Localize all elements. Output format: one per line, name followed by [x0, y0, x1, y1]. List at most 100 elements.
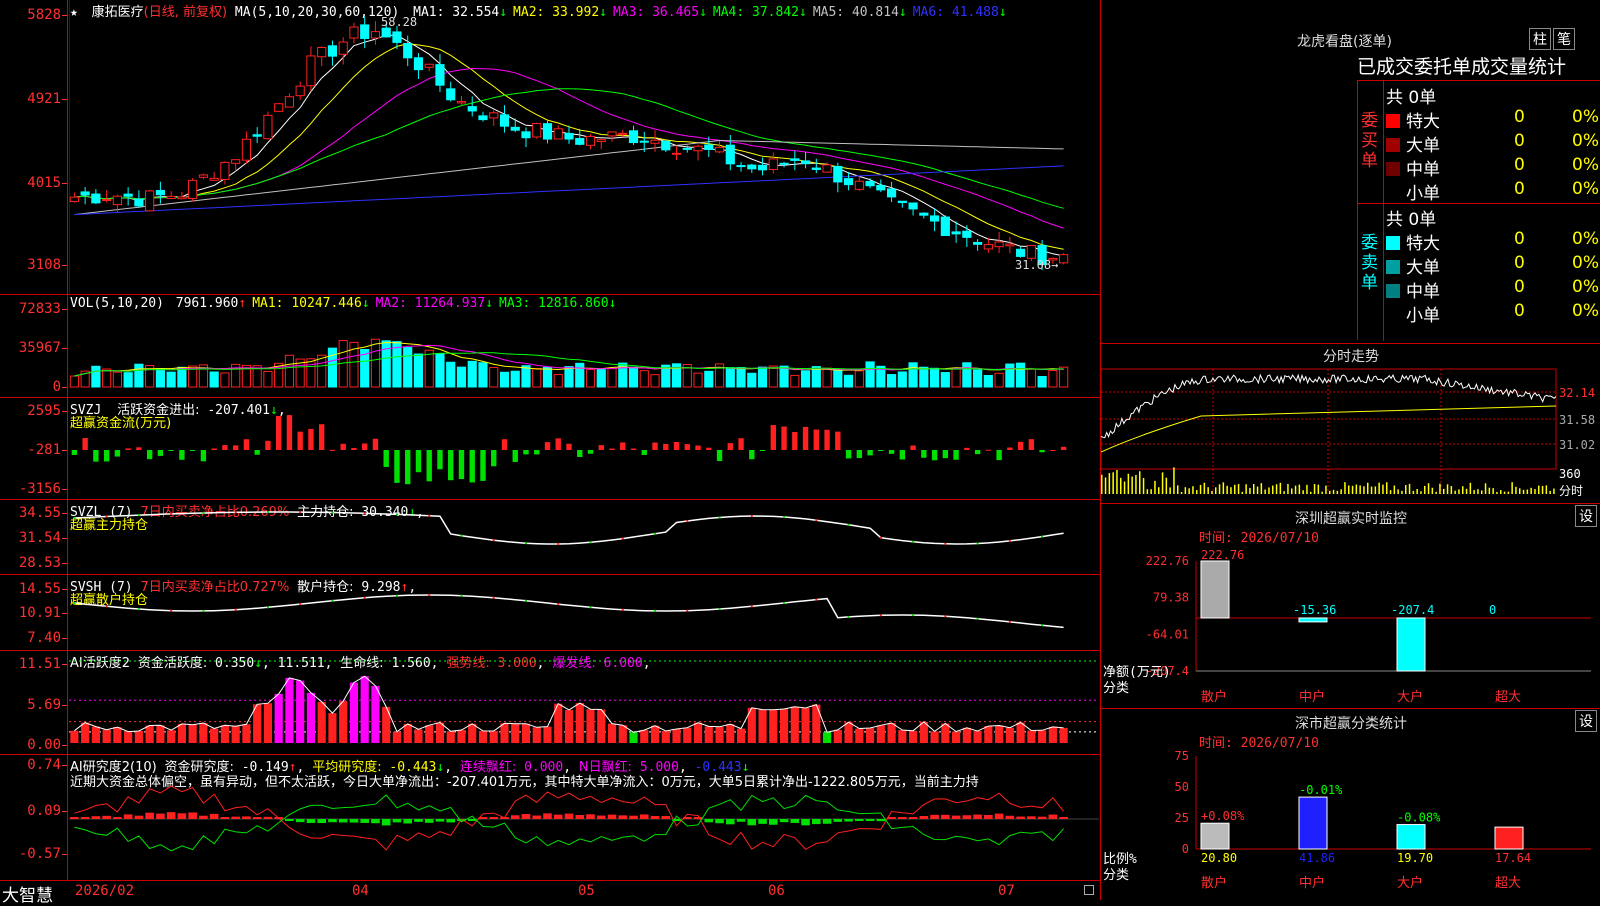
right-sidebar: 龙虎看盘(逐单) 柱 笔 已成交委托单成交量统计 委买单 委卖单 共 0单 特大 0…	[1100, 0, 1600, 900]
research-bar	[414, 819, 423, 822]
line-marker	[912, 614, 915, 617]
flow-bar	[835, 431, 841, 450]
svsh-plot[interactable]	[69, 575, 1099, 651]
minute-volume-bar	[1496, 491, 1498, 494]
lock-icon[interactable]	[1084, 885, 1094, 895]
research-bar	[446, 819, 456, 823]
activity-bar	[425, 725, 434, 743]
candle	[822, 164, 832, 173]
research-bar	[532, 815, 542, 819]
candlestick-plot[interactable]: 58.28 31.08→	[69, 0, 1099, 295]
flow-bar	[953, 450, 959, 460]
svzj-panel[interactable]: 2595 -281 -3156 SVZJ 活跃资金进出: -207.401↓, …	[0, 398, 1100, 500]
candle	[220, 161, 230, 180]
svsh-panel[interactable]: 14.55 10.91 7.40 SVSH (7) 7日内买卖净占比0.727%…	[0, 575, 1100, 651]
candle	[284, 96, 295, 108]
line-marker	[395, 594, 398, 597]
stats-settings-button[interactable]: 设	[1575, 710, 1597, 732]
candle	[1059, 254, 1069, 264]
minute-volume-bar	[1291, 488, 1293, 494]
minute-volume-bar	[1230, 487, 1232, 494]
intraday-title: 分时走势	[1323, 349, 1379, 365]
line-marker	[783, 601, 786, 604]
activity-bar	[285, 677, 294, 743]
bar-view-button[interactable]: 柱	[1529, 28, 1551, 50]
kline-chart-area[interactable]: 5828 4921 4015 3108 ★ 康拓医疗(日线, 前复权) MA(5…	[0, 0, 1100, 906]
minute-volume-bar	[1477, 489, 1479, 494]
candle	[693, 145, 703, 152]
activity-bar	[876, 725, 885, 743]
tick-view-button[interactable]: 笔	[1553, 28, 1575, 50]
candle	[456, 101, 467, 104]
volume-bar	[284, 354, 295, 388]
research-bar	[575, 814, 585, 819]
flow-bar	[652, 442, 658, 450]
volume-plot[interactable]	[69, 295, 1099, 398]
candle	[241, 138, 252, 161]
volume-bar	[693, 372, 703, 388]
flow-bar	[845, 450, 852, 459]
minute-volume-bar	[1553, 488, 1555, 494]
stats-value-label: 41.86	[1299, 851, 1335, 865]
line-marker	[234, 608, 237, 611]
activity-bar	[296, 680, 305, 743]
line-marker	[137, 514, 140, 517]
flow-bar	[426, 450, 432, 482]
svzl-plot[interactable]	[69, 500, 1099, 575]
volume-bar	[424, 349, 434, 388]
candle	[209, 177, 219, 181]
flow-bar	[867, 450, 873, 456]
activity-bar	[683, 727, 692, 743]
activity-bar	[930, 731, 939, 743]
minute-volume-bar	[1123, 481, 1126, 494]
flow-bar	[942, 450, 949, 459]
volume-bar	[392, 341, 402, 388]
color-swatch	[1386, 138, 1400, 152]
sell-rows: 共 0单 特大 0 0% 大单 0 0% 中单 0 0% 小单 0 0%	[1385, 203, 1600, 341]
volume-bar	[112, 371, 122, 388]
flow-bar	[792, 432, 798, 450]
volume-bar	[499, 371, 510, 388]
flow-bar	[405, 450, 411, 485]
activity-bar	[650, 725, 660, 743]
ai-activity-panel[interactable]: 11.51 5.69 0.00 AI活跃度2 资金活跃度: 0.350↓, 11…	[0, 651, 1100, 755]
line-marker	[460, 534, 463, 537]
research-bar	[102, 815, 111, 819]
candle	[91, 193, 101, 204]
dragon-subtitle: 已成交委托单成交量统计	[1357, 56, 1567, 78]
activity-bar	[564, 709, 574, 743]
volume-panel[interactable]: 72833 35967 0 VOL(5,10,20) 7961.960↑ MA1:…	[0, 295, 1100, 398]
intraday-plot[interactable]: 32.14 31.58 31.02 360 分时	[1101, 364, 1600, 504]
research-bar	[435, 819, 445, 822]
svzj-plot[interactable]	[69, 398, 1099, 500]
research-bar	[693, 817, 703, 819]
activity-bar	[898, 729, 907, 743]
research-bar	[188, 812, 197, 819]
date-label: 06	[768, 883, 785, 899]
order-pct: 0%	[1572, 179, 1599, 199]
ai-research-panel[interactable]: 0.74 0.09 -0.57 AI研究度2(10) 资金研究度: -0.149…	[0, 755, 1100, 880]
volume-bar	[327, 347, 338, 388]
minute-volume-bar	[1541, 485, 1544, 494]
ai-tick: 5.69	[27, 697, 67, 713]
flow-bar	[544, 442, 551, 450]
volume-bar	[639, 370, 649, 388]
ai-activity-plot[interactable]	[69, 651, 1099, 755]
intraday-panel[interactable]: 分时走势 32.14 31.58 31.02 360 分时	[1101, 343, 1600, 503]
minute-volume-bar	[1351, 485, 1354, 494]
research-bar	[564, 813, 574, 819]
research-bar	[984, 814, 993, 819]
minute-volume-bar	[1462, 486, 1464, 494]
research-plot[interactable]	[69, 755, 1099, 880]
monitor-settings-button[interactable]: 设	[1575, 505, 1597, 527]
minute-volume-bar	[1161, 472, 1164, 494]
research-bar	[91, 816, 101, 819]
minute-volume-bar	[1275, 484, 1278, 494]
monitor-bar	[1200, 560, 1230, 619]
volume-bar	[209, 371, 219, 388]
line-marker	[363, 512, 366, 515]
volume-bar	[843, 374, 854, 388]
activity-bar	[715, 726, 724, 743]
price-panel[interactable]: 5828 4921 4015 3108 ★ 康拓医疗(日线, 前复权) MA(5…	[0, 0, 1100, 295]
svzl-panel[interactable]: 34.55 31.54 28.53 SVZL (7) 7日内买卖净占比0.269…	[0, 500, 1100, 575]
